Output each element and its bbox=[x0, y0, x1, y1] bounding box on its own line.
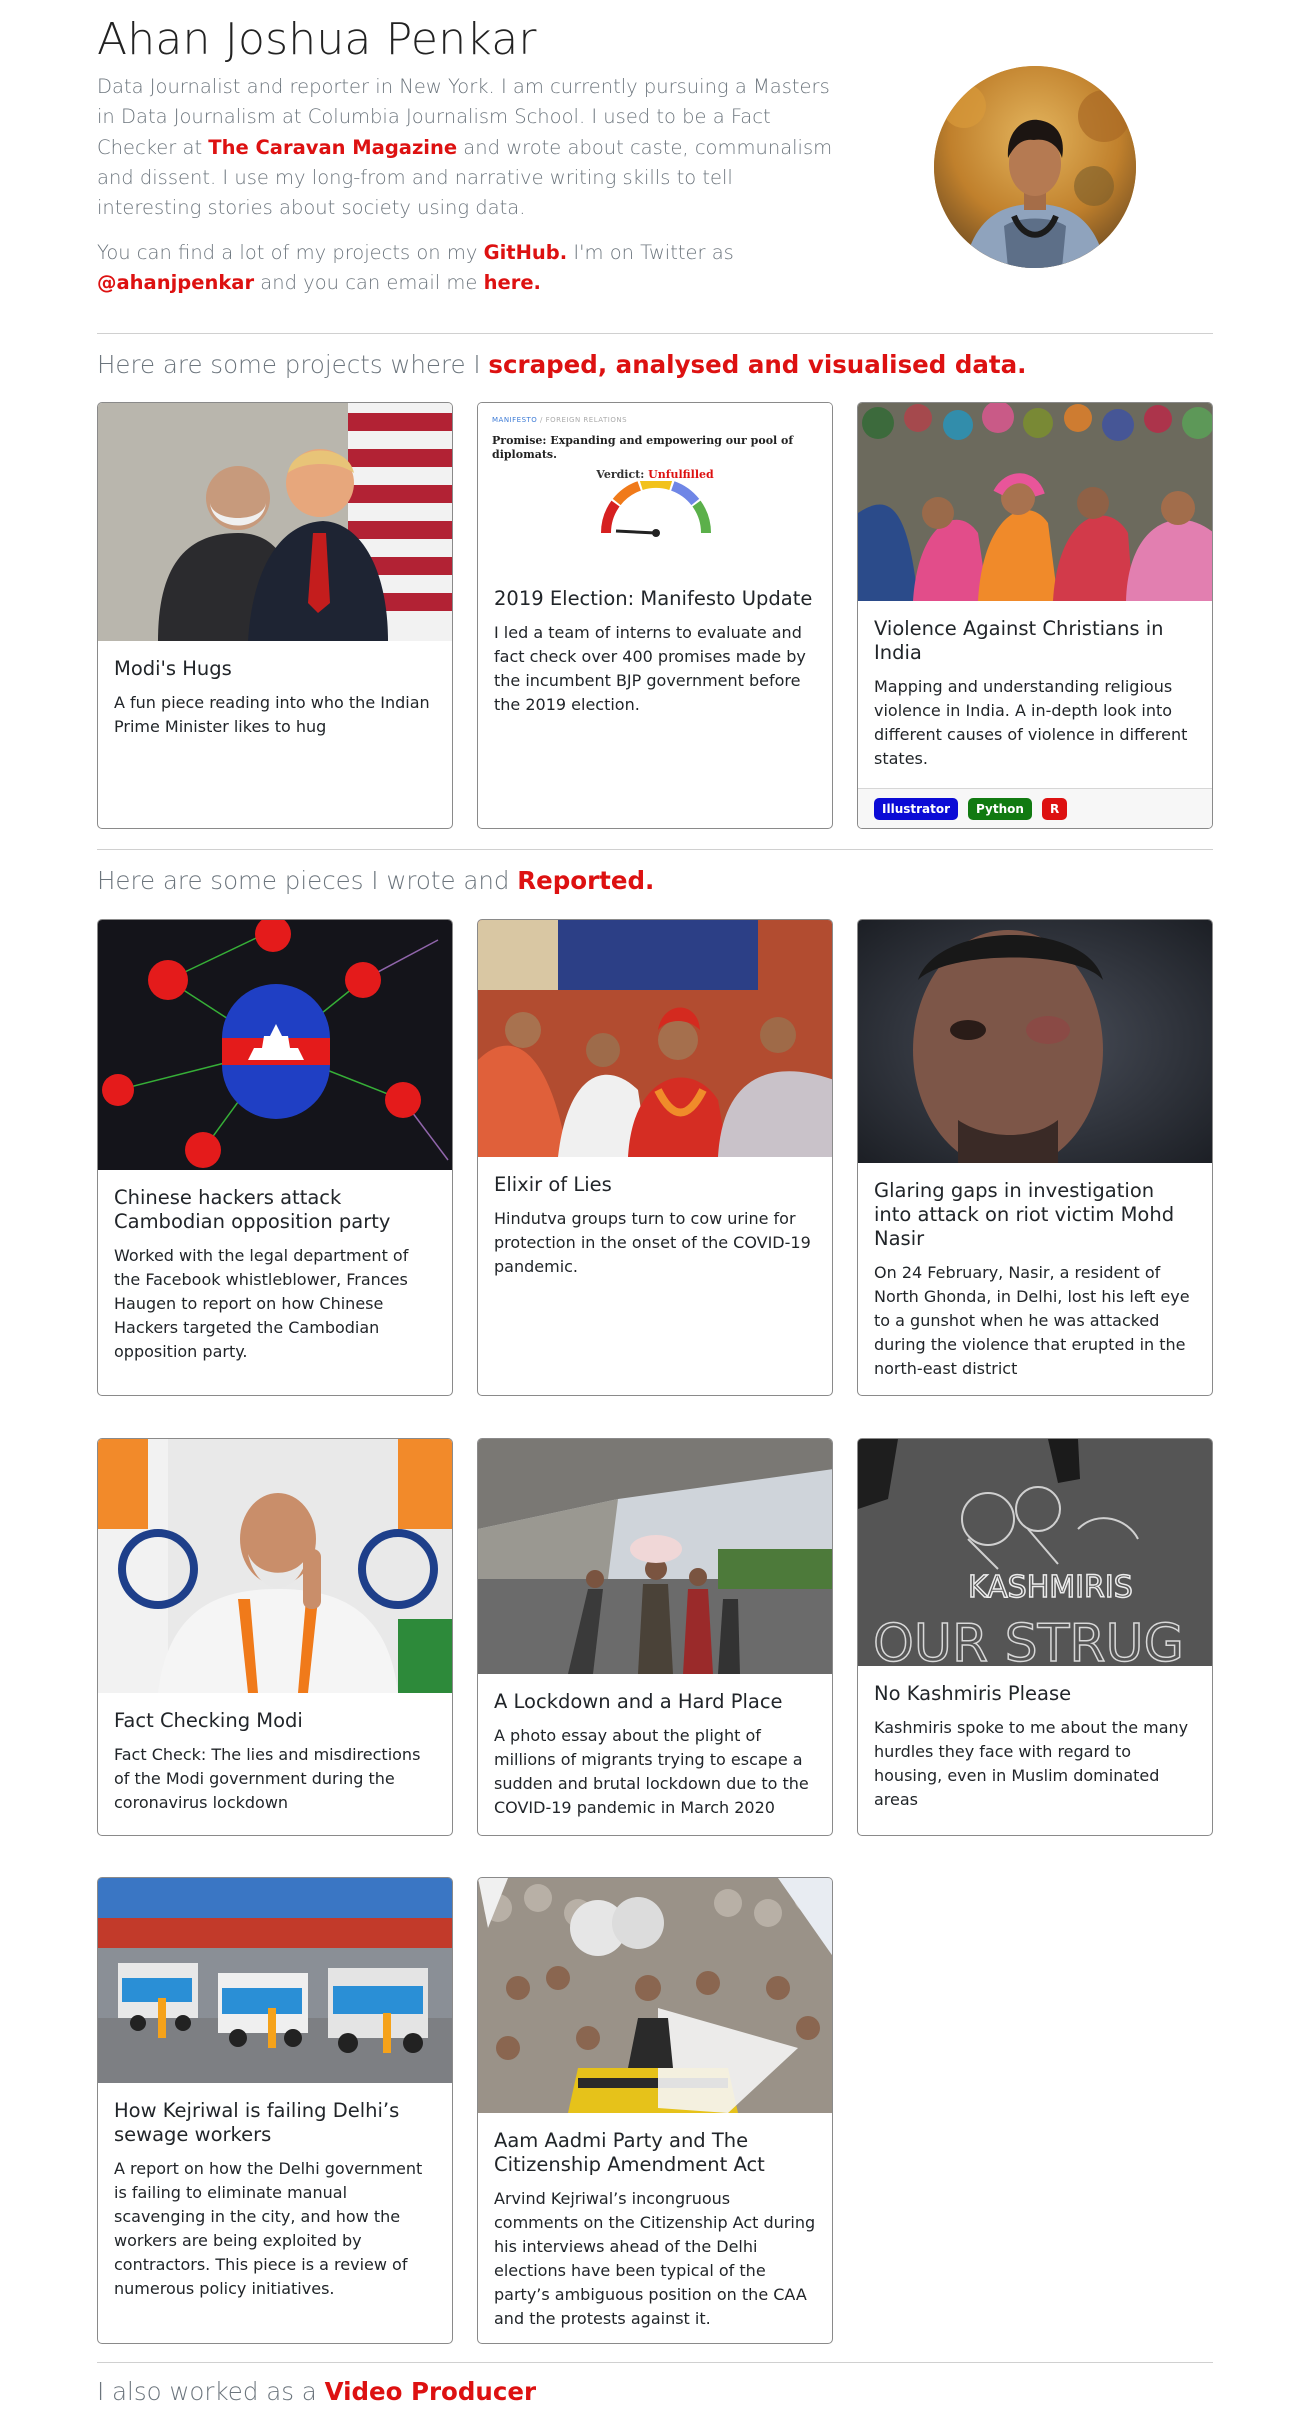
piece-card-chinese-hackers[interactable]: Chinese hackers attack Cambodian opposit… bbox=[97, 919, 453, 1396]
card-image: KASHMIRIS OUR STRUG bbox=[858, 1439, 1212, 1666]
card-text: I led a team of interns to evaluate and … bbox=[494, 623, 806, 714]
piece-card-aap-caa[interactable]: Aam Aadmi Party and The Citizenship Amen… bbox=[477, 1877, 833, 2344]
video-heading-text: I also worked as a bbox=[97, 2377, 325, 2406]
cow-urine-party-photo bbox=[478, 920, 832, 1157]
avatar bbox=[934, 66, 1136, 268]
video-heading-highlight: Video Producer bbox=[324, 2377, 537, 2406]
card-image bbox=[478, 1878, 832, 2113]
card-text: Mapping and understanding religious viol… bbox=[874, 677, 1188, 768]
manifesto-crumb: MANIFESTO bbox=[492, 416, 538, 424]
contact-text-3: and you can email me bbox=[254, 271, 484, 295]
card-title: How Kejriwal is failing Delhi’s sewage w… bbox=[114, 2099, 400, 2146]
card-image bbox=[478, 1439, 832, 1674]
card-title: Glaring gaps in investigation into attac… bbox=[874, 1179, 1175, 1250]
card-title: Elixir of Lies bbox=[494, 1173, 612, 1196]
foreign-relations-crumb: FOREIGN RELATIONS bbox=[545, 416, 628, 424]
card-image bbox=[858, 920, 1212, 1163]
manifesto-promise: Promise: Expanding and empowering our po… bbox=[492, 434, 794, 461]
email-link[interactable]: here. bbox=[484, 271, 541, 294]
chalk-text-struggle: OUR STRUG bbox=[873, 1614, 1184, 1666]
card-title: Aam Aadmi Party and The Citizenship Amen… bbox=[494, 2129, 765, 2176]
card-text: On 24 February, Nasir, a resident of Nor… bbox=[874, 1263, 1190, 1378]
sewage-machines-photo bbox=[98, 1878, 452, 2083]
card-text: A report on how the Delhi government is … bbox=[114, 2159, 423, 2298]
video-producer-heading: I also worked as a Video Producer bbox=[97, 2377, 536, 2406]
caravan-link[interactable]: The Caravan Magazine bbox=[208, 136, 457, 159]
bio-paragraph: Data Journalist and reporter in New York… bbox=[97, 72, 837, 223]
card-title: A Lockdown and a Hard Place bbox=[494, 1690, 783, 1713]
avatar-photo bbox=[934, 66, 1136, 268]
contact-text-2: I'm on Twitter as bbox=[567, 241, 734, 264]
card-text: Arvind Kejriwal’s incongruous comments o… bbox=[494, 2189, 816, 2328]
card-text: Hindutva groups turn to cow urine for pr… bbox=[494, 1209, 811, 1276]
divider bbox=[97, 333, 1213, 334]
projects-heading-text: Here are some projects where I bbox=[97, 350, 489, 379]
github-link[interactable]: GitHub. bbox=[484, 241, 568, 264]
twitter-link[interactable]: @ahanjpenkar bbox=[97, 271, 254, 294]
piece-card-elixir-of-lies[interactable]: Elixir of Lies Hindutva groups turn to c… bbox=[477, 919, 833, 1396]
manifesto-breadcrumb: MANIFESTO / FOREIGN RELATIONS bbox=[492, 416, 818, 424]
card-image bbox=[98, 1878, 452, 2083]
contact-text-1: You can find a lot of my projects on my bbox=[97, 241, 484, 264]
project-card-manifesto[interactable]: MANIFESTO / FOREIGN RELATIONS Promise: E… bbox=[477, 402, 833, 829]
chalk-text-kashmiris: KASHMIRIS bbox=[968, 1570, 1133, 1605]
piece-card-fact-checking-modi[interactable]: Fact Checking Modi Fact Check: The lies … bbox=[97, 1438, 453, 1836]
card-image bbox=[98, 1439, 452, 1693]
verdict-label: Verdict: bbox=[596, 468, 649, 481]
verdict-value: Unfulfilled bbox=[648, 468, 714, 481]
tag-r: R bbox=[1041, 798, 1068, 820]
card-text: Kashmiris spoke to me about the many hur… bbox=[874, 1718, 1189, 1809]
card-title: Fact Checking Modi bbox=[114, 1709, 303, 1732]
piece-card-no-kashmiris[interactable]: KASHMIRIS OUR STRUG No Kashmiris Please … bbox=[857, 1438, 1213, 1836]
contact-paragraph: You can find a lot of my projects on my … bbox=[97, 238, 837, 299]
piece-card-sewage-workers[interactable]: How Kejriwal is failing Delhi’s sewage w… bbox=[97, 1877, 453, 2344]
piece-card-mohd-nasir[interactable]: Glaring gaps in investigation into attac… bbox=[857, 919, 1213, 1396]
card-image bbox=[98, 920, 452, 1170]
tag-python: Python bbox=[968, 798, 1032, 820]
modi-trump-photo bbox=[98, 403, 452, 641]
card-title: Modi's Hugs bbox=[114, 657, 232, 680]
card-title: 2019 Election: Manifesto Update bbox=[494, 587, 813, 610]
migrants-photo bbox=[478, 1439, 832, 1674]
piece-card-lockdown[interactable]: A Lockdown and a Hard Place A photo essa… bbox=[477, 1438, 833, 1836]
divider bbox=[97, 849, 1213, 850]
verdict-gauge-icon bbox=[600, 481, 712, 537]
card-text: A fun piece reading into who the Indian … bbox=[114, 693, 430, 736]
card-text: Worked with the legal department of the … bbox=[114, 1246, 409, 1361]
card-text: Fact Check: The lies and misdirections o… bbox=[114, 1745, 421, 1812]
project-card-modis-hugs[interactable]: Modi's Hugs A fun piece reading into who… bbox=[97, 402, 453, 829]
rally-photo bbox=[478, 1878, 832, 2113]
card-image bbox=[478, 920, 832, 1157]
modi-photo bbox=[98, 1439, 452, 1693]
card-footer: Illustrator Python R bbox=[858, 788, 1212, 828]
projects-heading-highlight: scraped, analysed and visualised data. bbox=[488, 350, 1027, 379]
card-text: A photo essay about the plight of millio… bbox=[494, 1726, 809, 1817]
manifesto-thumbnail: MANIFESTO / FOREIGN RELATIONS Promise: E… bbox=[478, 403, 832, 541]
manifesto-verdict: Verdict: Unfulfilled bbox=[492, 468, 818, 481]
page-title: Ahan Joshua Penkar bbox=[97, 14, 537, 65]
card-title: Violence Against Christians in India bbox=[874, 617, 1164, 664]
project-card-violence-christians[interactable]: Violence Against Christians in India Map… bbox=[857, 402, 1213, 829]
divider bbox=[97, 2362, 1213, 2363]
reported-heading: Here are some pieces I wrote and Reporte… bbox=[97, 866, 654, 895]
reported-heading-text: Here are some pieces I wrote and bbox=[97, 866, 518, 895]
reported-heading-highlight: Reported. bbox=[517, 866, 655, 895]
chalk-drawing-photo: KASHMIRIS OUR STRUG bbox=[858, 1439, 1212, 1666]
card-title: No Kashmiris Please bbox=[874, 1682, 1072, 1705]
tag-illustrator: Illustrator bbox=[874, 798, 959, 820]
projects-heading: Here are some projects where I scraped, … bbox=[97, 350, 1026, 379]
manifesto-crumb-separator: / bbox=[540, 416, 543, 424]
nasir-portrait-photo bbox=[858, 920, 1212, 1163]
crowd-photo bbox=[858, 403, 1212, 601]
card-title: Chinese hackers attack Cambodian opposit… bbox=[114, 1186, 391, 1233]
card-image: MANIFESTO / FOREIGN RELATIONS Promise: E… bbox=[478, 403, 832, 573]
card-image bbox=[98, 403, 452, 641]
hackers-illustration bbox=[98, 920, 452, 1170]
card-image bbox=[858, 403, 1212, 601]
